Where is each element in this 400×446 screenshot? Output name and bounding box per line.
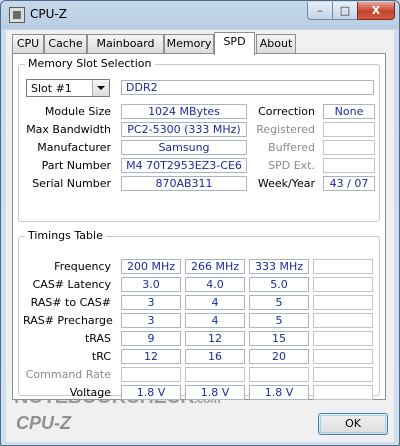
spd-panel: Memory Slot Selection Slot #1 DDR2 Modul… xyxy=(12,53,386,400)
correction-label: Correction xyxy=(258,105,315,118)
frequency-col2-value: 266 MHz xyxy=(185,259,245,274)
ras-precharge-col1-value: 3 xyxy=(121,313,181,328)
tab-cpu[interactable]: CPU xyxy=(12,34,44,53)
cpuz-window: CPU-Z – □ X CPU Cache Mainboard Memory S… xyxy=(0,0,400,446)
client-area: CPU Cache Mainboard Memory SPD About Mem… xyxy=(6,30,394,442)
ras-to-cas-col2-value: 4 xyxy=(185,295,245,310)
voltage-col1-value: 1.8 V xyxy=(121,385,181,400)
part-number-value: M4 70T2953EZ3-CE6 xyxy=(121,158,247,173)
tras-label: tRAS xyxy=(84,332,111,345)
week-year-value: 43 / 07 xyxy=(323,176,375,191)
tab-about[interactable]: About xyxy=(256,34,296,53)
tab-spd[interactable]: SPD xyxy=(214,32,255,55)
ras-precharge-col2-value: 4 xyxy=(185,313,245,328)
tab-cache[interactable]: Cache xyxy=(44,34,87,53)
ras-precharge-col3-value: 5 xyxy=(249,313,309,328)
ras-precharge-label: RAS# Precharge xyxy=(23,314,113,327)
voltage-label: Voltage xyxy=(69,386,111,399)
trc-col1-value: 12 xyxy=(121,349,181,364)
command-rate-col3-value xyxy=(249,367,309,382)
tras-col3-value: 15 xyxy=(249,331,309,346)
cas-latency-label: CAS# Latency xyxy=(32,278,111,291)
command-rate-col4-value xyxy=(313,367,373,382)
maximize-button[interactable]: □ xyxy=(332,2,358,20)
manufacturer-value: Samsung xyxy=(121,140,247,155)
window-title: CPU-Z xyxy=(30,7,67,21)
cas-latency-col3-value: 5.0 xyxy=(249,277,309,292)
frequency-label: Frequency xyxy=(54,260,111,273)
command-rate-label: Command Rate xyxy=(25,368,111,381)
memory-type-field: DDR2 xyxy=(121,80,374,95)
serial-number-value: 870AB311 xyxy=(121,176,247,191)
ok-button[interactable]: OK xyxy=(318,413,388,435)
module-size-label: Module Size xyxy=(44,105,111,118)
slot-select-value: Slot #1 xyxy=(31,82,72,95)
ras-to-cas-col4-value xyxy=(313,295,373,310)
ras-to-cas-col3-value: 5 xyxy=(249,295,309,310)
cpuz-brand-logo: CPU-Z xyxy=(16,413,71,433)
spd-ext-label: SPD Ext. xyxy=(268,159,315,172)
title-bar[interactable]: CPU-Z – □ X xyxy=(1,1,399,29)
registered-value xyxy=(323,122,375,137)
memory-slot-group-title: Memory Slot Selection xyxy=(25,57,155,70)
ras-to-cas-label: RAS# to CAS# xyxy=(30,296,111,309)
module-size-value: 1024 MBytes xyxy=(121,104,247,119)
cas-latency-col1-value: 3.0 xyxy=(121,277,181,292)
buffered-value xyxy=(323,140,375,155)
chevron-down-icon[interactable] xyxy=(92,80,109,96)
cpuz-app-icon xyxy=(9,7,25,23)
voltage-col2-value: 1.8 V xyxy=(185,385,245,400)
slot-select[interactable]: Slot #1 xyxy=(26,79,110,97)
part-number-label: Part Number xyxy=(41,159,111,172)
buffered-label: Buffered xyxy=(268,141,315,154)
frequency-col3-value: 333 MHz xyxy=(249,259,309,274)
trc-label: tRC xyxy=(91,350,111,363)
manufacturer-label: Manufacturer xyxy=(37,141,111,154)
cas-latency-col4-value xyxy=(313,277,373,292)
max-bandwidth-label: Max Bandwidth xyxy=(26,123,111,136)
tab-memory[interactable]: Memory xyxy=(164,34,214,53)
tab-mainboard[interactable]: Mainboard xyxy=(87,34,164,53)
week-year-label: Week/Year xyxy=(257,177,315,190)
ras-precharge-col4-value xyxy=(313,313,373,328)
trc-col2-value: 16 xyxy=(185,349,245,364)
close-button[interactable]: X xyxy=(357,2,395,20)
registered-label: Registered xyxy=(256,123,315,136)
spd-ext-value xyxy=(323,158,375,173)
voltage-col3-value: 1.8 V xyxy=(249,385,309,400)
cas-latency-col2-value: 4.0 xyxy=(185,277,245,292)
tras-col2-value: 12 xyxy=(185,331,245,346)
frequency-col1-value: 200 MHz xyxy=(121,259,181,274)
trc-col3-value: 20 xyxy=(249,349,309,364)
correction-value: None xyxy=(323,104,375,119)
voltage-col4-value xyxy=(313,385,373,400)
tras-col1-value: 9 xyxy=(121,331,181,346)
minimize-button[interactable]: – xyxy=(307,2,333,20)
frequency-col4-value xyxy=(313,259,373,274)
max-bandwidth-value: PC2-5300 (333 MHz) xyxy=(121,122,247,137)
timings-table-title: Timings Table xyxy=(25,229,106,242)
trc-col4-value xyxy=(313,349,373,364)
command-rate-col1-value xyxy=(121,367,181,382)
ras-to-cas-col1-value: 3 xyxy=(121,295,181,310)
command-rate-col2-value xyxy=(185,367,245,382)
tras-col4-value xyxy=(313,331,373,346)
serial-number-label: Serial Number xyxy=(32,177,111,190)
